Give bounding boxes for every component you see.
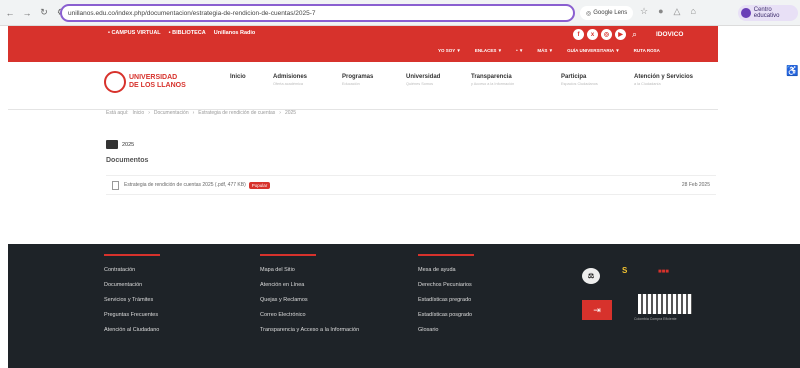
footer-link[interactable]: Atención al Ciudadano — [104, 327, 160, 333]
breadcrumb: Está aquí: Inicio › Documentación › Estr… — [106, 110, 297, 116]
tab-icon[interactable]: ⌂ — [690, 6, 695, 17]
accessibility-icon[interactable]: ♿ — [786, 66, 798, 77]
footer-link[interactable]: Glosario — [418, 327, 474, 333]
menu-universidad[interactable]: Universidad Quiénes Somos — [406, 74, 440, 86]
main-navigation: UNIVERSIDAD DE LOS LLANOS Inicio Admision… — [8, 62, 718, 110]
breadcrumb-documentacion[interactable]: Documentación — [154, 110, 189, 116]
campus-virtual-link[interactable]: • CAMPUS VIRTUAL — [108, 30, 161, 36]
subnav-enlaces[interactable]: ENLACES ▼ — [475, 48, 502, 53]
breadcrumb-current: 2025 — [284, 110, 297, 116]
footer-col-2: Mapa del Sitio Atención en Línea Quejas … — [260, 254, 359, 333]
footer-link[interactable]: Documentación — [104, 282, 160, 288]
subnav-yo-soy[interactable]: YO SOY ▼ — [438, 48, 461, 53]
footer-link[interactable]: Servicios y Trámites — [104, 297, 160, 303]
facebook-icon[interactable]: f — [573, 29, 584, 40]
subnav-ruta-rosa[interactable]: RUTA ROSA — [634, 48, 660, 53]
breadcrumb-estrategia[interactable]: Estrategia de rendición de cuentas — [198, 110, 275, 116]
search-icon[interactable]: ⌕ — [632, 29, 637, 40]
documents-heading: Documentos — [106, 157, 149, 164]
radio-link[interactable]: Unillanos Radio — [214, 30, 256, 36]
address-bar[interactable]: unillanos.edu.co/index.php/documentacion… — [60, 4, 575, 22]
brand-link[interactable]: IDOVICO — [656, 31, 683, 38]
star-icon[interactable]: ☆ — [640, 6, 648, 17]
partner-logo-2[interactable]: ■■■ — [658, 269, 669, 275]
subnav-extra[interactable]: • ▼ — [516, 48, 523, 53]
google-lens-button[interactable]: ◎ Google Lens — [580, 6, 634, 20]
exit-door-logo[interactable]: ⇥ — [582, 300, 612, 320]
footer-link[interactable]: Transparencia y Acceso a la Información — [260, 327, 359, 333]
footer-link[interactable]: Atención en Línea — [260, 282, 359, 288]
menu-programas[interactable]: Programas Educación — [342, 74, 373, 86]
footer-link[interactable]: Preguntas Frecuentes — [104, 312, 160, 318]
document-row[interactable]: Estrategia de rendición de cuentas 2025 … — [106, 175, 716, 195]
biblioteca-link[interactable]: • BIBLIOTECA — [169, 30, 206, 36]
subnav-mas[interactable]: MÁS ▼ — [537, 48, 553, 53]
folder-icon — [106, 140, 118, 149]
footer-link[interactable]: Contratación — [104, 267, 160, 273]
avatar — [741, 8, 751, 18]
footer-link[interactable]: Quejas y Reclamos — [260, 297, 359, 303]
footer-link[interactable]: Mesa de ayuda — [418, 267, 474, 273]
forward-icon[interactable]: → — [20, 6, 34, 20]
footer-col-1: Contratación Documentación Servicios y T… — [104, 254, 160, 333]
partner-logo[interactable]: S — [622, 266, 627, 275]
reload-icon[interactable]: ↻ — [37, 6, 51, 20]
browser-toolbar: ← → ↻ ⚙ unillanos.edu.co/index.php/docum… — [0, 0, 800, 26]
menu-atencion[interactable]: Atención y Servicios a la Ciudadanía — [634, 74, 693, 86]
footer-col-3: Mesa de ayuda Derechos Pecuniarios Estad… — [418, 254, 474, 333]
gov-seal-logo[interactable]: ⚖ — [582, 268, 600, 284]
footer-link[interactable]: Estadísticas posgrado — [418, 312, 474, 318]
university-logo[interactable]: UNIVERSIDAD DE LOS LLANOS — [104, 71, 186, 93]
folder-heading: 2025 — [106, 140, 134, 149]
lens-icon: ◎ — [586, 10, 592, 17]
extension-icon[interactable]: ● — [658, 6, 663, 17]
translate-icon[interactable]: △ — [674, 6, 681, 17]
footer-link[interactable]: Derechos Pecuniarios — [418, 282, 474, 288]
breadcrumb-inicio[interactable]: Inicio — [133, 110, 145, 116]
youtube-icon[interactable]: ▶ — [615, 29, 626, 40]
x-icon[interactable]: x — [587, 29, 598, 40]
top-red-bar: • CAMPUS VIRTUAL • BIBLIOTECA Unillanos … — [8, 26, 718, 62]
subnav-guia[interactable]: GUÍA UNIVERSITARIA ▼ — [567, 48, 620, 53]
menu-admisiones[interactable]: Admisiones Oferta académica — [273, 74, 307, 86]
logo-caption: Colombia Compra Eficiente — [634, 317, 677, 321]
file-icon — [112, 180, 119, 190]
footer-link[interactable]: Estadísticas pregrado — [418, 297, 474, 303]
footer-link[interactable]: Mapa del Sitio — [260, 267, 359, 273]
document-link[interactable]: Estrategia de rendición de cuentas 2025 … — [124, 182, 246, 188]
instagram-icon[interactable]: ◎ — [601, 29, 612, 40]
profile-button[interactable]: Centro educativo — [738, 5, 798, 21]
back-icon[interactable]: ← — [3, 6, 17, 20]
site-footer: Contratación Documentación Servicios y T… — [8, 244, 800, 368]
footer-logos: ⚖ S ■■■ ⇥ Colombia Compra Eficiente — [578, 264, 718, 334]
url-text: unillanos.edu.co/index.php/documentacion… — [68, 9, 316, 17]
menu-transparencia[interactable]: Transparencia y Acceso a la Información — [471, 74, 514, 86]
footer-link[interactable]: Correo Electrónico — [260, 312, 359, 318]
popular-badge: Popular — [248, 181, 271, 189]
document-date: 28 Feb 2025 — [681, 182, 710, 188]
logo-emblem-icon — [104, 71, 126, 93]
menu-inicio[interactable]: Inicio — [230, 74, 246, 82]
menu-participa[interactable]: Participa Espacios Ciudadanos — [561, 74, 598, 86]
barcode-logo[interactable] — [638, 294, 692, 314]
